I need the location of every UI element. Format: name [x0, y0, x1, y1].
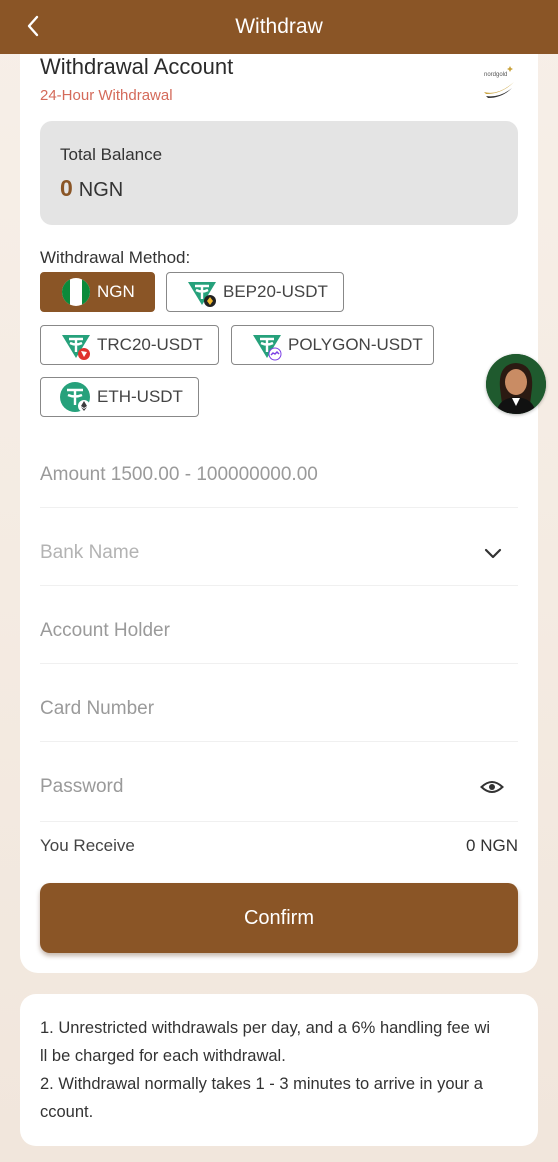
withdrawal-notes: 1. Unrestricted withdrawals per day, and… [20, 994, 538, 1146]
balance-value: 0 NGN [60, 175, 123, 202]
back-button[interactable] [18, 10, 48, 42]
method-bep20-chip[interactable]: BEP20-USDT [166, 272, 344, 312]
account-holder-placeholder: Account Holder [40, 620, 170, 641]
bank-name-select[interactable]: Bank Name [40, 508, 518, 586]
method-label: ETH-USDT [97, 387, 183, 406]
withdrawal-method-label: Withdrawal Method: [40, 248, 191, 267]
confirm-button[interactable]: Confirm [40, 883, 518, 953]
balance-amount: 0 [60, 175, 73, 201]
page-title: Withdraw [235, 15, 323, 38]
method-trc20-chip[interactable]: TRC20-USDT [40, 325, 219, 365]
tether-polygon-icon [250, 328, 284, 362]
tether-bnb-icon [185, 275, 219, 309]
method-label: NGN [97, 282, 135, 301]
account-holder-field[interactable]: Account Holder [40, 586, 518, 664]
you-receive-label: You Receive [40, 836, 135, 855]
balance-label: Total Balance [60, 145, 163, 164]
password-field[interactable]: Password [40, 742, 518, 822]
balance-currency: NGN [78, 179, 124, 201]
amount-placeholder: Amount 1500.00 - 100000000.00 [40, 464, 318, 485]
balance-panel: Total Balance 0 NGN [40, 121, 518, 225]
tether-tron-icon [59, 328, 93, 362]
card-number-field[interactable]: Card Number [40, 664, 518, 742]
amount-field[interactable]: Amount 1500.00 - 100000000.00 [40, 430, 518, 508]
method-label: TRC20-USDT [97, 335, 203, 354]
method-eth-chip[interactable]: ETH-USDT [40, 377, 199, 417]
header-bar: Withdraw [0, 0, 558, 54]
method-label: POLYGON-USDT [288, 335, 423, 354]
card-number-placeholder: Card Number [40, 698, 155, 719]
chevron-left-icon [27, 15, 39, 37]
chevron-down-icon[interactable] [484, 548, 502, 560]
account-title: Withdrawal Account [40, 54, 234, 79]
eye-icon[interactable] [480, 778, 504, 796]
method-ngn-chip[interactable]: NGN [40, 272, 155, 312]
withdraw-card: Withdrawal Account 24-Hour Withdrawal no… [20, 54, 538, 973]
support-avatar[interactable] [486, 354, 546, 414]
method-label: BEP20-USDT [223, 282, 328, 301]
tether-eth-icon [59, 380, 93, 414]
nigeria-flag-icon [59, 275, 93, 309]
password-placeholder: Password [40, 776, 124, 797]
bank-name-placeholder: Bank Name [40, 542, 140, 563]
method-polygon-chip[interactable]: POLYGON-USDT [231, 325, 434, 365]
nordgold-logo: nordgold [480, 62, 518, 102]
account-subtitle: 24-Hour Withdrawal [40, 87, 173, 104]
you-receive-value: 0 NGN [466, 836, 518, 855]
